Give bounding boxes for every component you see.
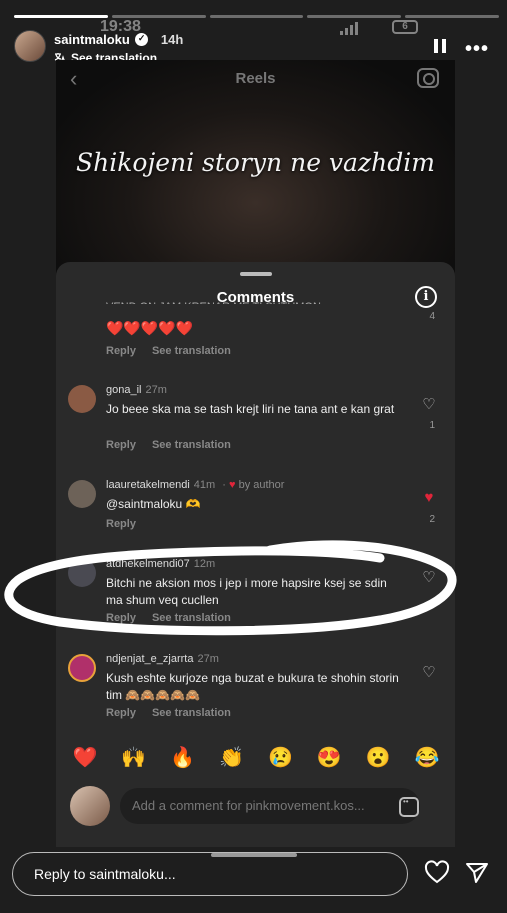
add-comment-input[interactable]: Add a comment for pinkmovement.kos...	[120, 788, 420, 824]
like-heart-icon[interactable]: ♡	[419, 568, 439, 586]
author-heart-icon: ♥	[228, 479, 236, 491]
commenter-username[interactable]: ndjenjat_e_zjarrta	[106, 653, 193, 665]
comment-body: @saintmaloku 🫶	[106, 497, 201, 511]
reel-preview: ‹ Reels Shikojeni storyn ne vazhdim	[56, 60, 455, 280]
commenter-avatar[interactable]	[68, 480, 96, 508]
see-translation-button[interactable]: See translation	[152, 345, 231, 357]
comment-body: Kush eshte kurjoze nga buzat e bukura te…	[106, 671, 399, 702]
send-icon[interactable]	[464, 860, 490, 886]
info-icon[interactable]: i	[415, 286, 437, 308]
battery-icon: 6	[392, 20, 418, 34]
emoji-heart[interactable]: ❤️	[72, 745, 97, 770]
emoji-surprised[interactable]: 😮	[366, 745, 391, 770]
story-viewer: 19:38 6 saintmaloku 14h See translation …	[0, 0, 507, 913]
emoji-raised-hands[interactable]: 🙌	[121, 745, 146, 770]
comment-body-cut: VEND ON JAM KRENAR ME TI SHTHMON	[106, 295, 406, 304]
comment-body: ❤️❤️❤️❤️❤️	[106, 320, 194, 336]
comment-header: laauretakelmendi 41m · ♥ by author	[106, 479, 284, 491]
commenter-username[interactable]: atdhekelmendi07	[106, 558, 190, 570]
reply-button[interactable]: Reply	[106, 707, 136, 719]
author-like-tag: · ♥ by author	[222, 479, 285, 491]
verified-badge-icon	[134, 33, 148, 46]
add-comment-row: Add a comment for pinkmovement.kos...	[56, 782, 455, 830]
gif-sticker-icon[interactable]	[399, 797, 419, 817]
comment-header: gona_il 27m	[106, 384, 167, 396]
like-count: 1	[429, 420, 435, 431]
story-overlay-text: Shikojeni storyn ne vazhdim	[76, 148, 435, 177]
comment-header: atdhekelmendi07 12m	[106, 558, 215, 570]
heart-icon[interactable]	[424, 860, 450, 886]
like-count: 2	[429, 514, 435, 525]
comment-time: 41m	[193, 479, 216, 491]
reel-header: Reels	[235, 70, 276, 87]
story-reply-input[interactable]: Reply to saintmaloku...	[12, 852, 408, 896]
comment-header: ndjenjat_e_zjarrta 27m	[106, 653, 219, 665]
like-count: 4	[429, 311, 435, 322]
emoji-fire[interactable]: 🔥	[170, 745, 195, 770]
comment-actions: Reply See translation	[106, 439, 231, 451]
commenter-username[interactable]: gona_il	[106, 384, 141, 396]
comments-sheet: Comments i VEND ON JAM KRENAR ME TI SHTH…	[56, 262, 455, 847]
comment-actions: Reply	[106, 518, 136, 530]
emoji-heart-eyes[interactable]: 😍	[317, 745, 342, 770]
see-translation-button[interactable]: See translation	[152, 439, 231, 451]
comment-actions: Reply See translation	[106, 345, 231, 357]
see-translation-button[interactable]: See translation	[152, 707, 231, 719]
story-avatar[interactable]	[14, 30, 46, 62]
comment-time: 12m	[193, 558, 216, 570]
story-user[interactable]: saintmaloku 14h	[54, 32, 183, 47]
emoji-clap[interactable]: 👏	[219, 745, 244, 770]
commenter-avatar[interactable]	[68, 385, 96, 413]
story-time: 14h	[160, 32, 184, 47]
commenter-avatar[interactable]	[68, 654, 96, 682]
emoji-laugh[interactable]: 😂	[415, 745, 440, 770]
comment-actions: Reply See translation	[106, 707, 231, 719]
reply-button[interactable]: Reply	[106, 439, 136, 451]
pause-icon[interactable]	[434, 39, 446, 53]
my-avatar	[70, 786, 110, 826]
reply-button[interactable]: Reply	[106, 612, 136, 624]
commenter-avatar[interactable]	[68, 559, 96, 587]
comment-time: 27m	[197, 653, 219, 665]
comment-body: Jo beee ska ma se tash krejt liri ne tan…	[106, 402, 395, 416]
drag-handle[interactable]	[240, 272, 272, 276]
comment-actions: Reply See translation	[106, 612, 231, 624]
reply-button[interactable]: Reply	[106, 345, 136, 357]
signal-icon	[340, 22, 358, 35]
like-heart-icon[interactable]: ♡	[419, 663, 439, 681]
liked-heart-icon[interactable]: ♥	[419, 489, 439, 506]
more-icon[interactable]: •••	[465, 38, 489, 61]
commenter-username[interactable]: laauretakelmendi	[106, 479, 190, 491]
see-translation-button[interactable]: See translation	[152, 612, 231, 624]
reply-button[interactable]: Reply	[106, 518, 136, 530]
comment-time: 27m	[145, 384, 167, 396]
emoji-quick-bar: ❤️ 🙌 🔥 👏 😢 😍 😮 😂	[56, 745, 455, 770]
camera-icon	[417, 68, 439, 88]
comment-body: Bitchi ne aksion mos i jep i more hapsir…	[106, 576, 387, 607]
author-tag-label: by author	[238, 479, 285, 491]
emoji-cry[interactable]: 😢	[268, 745, 293, 770]
story-username[interactable]: saintmaloku	[54, 32, 130, 47]
like-heart-icon[interactable]: ♡	[419, 395, 439, 413]
